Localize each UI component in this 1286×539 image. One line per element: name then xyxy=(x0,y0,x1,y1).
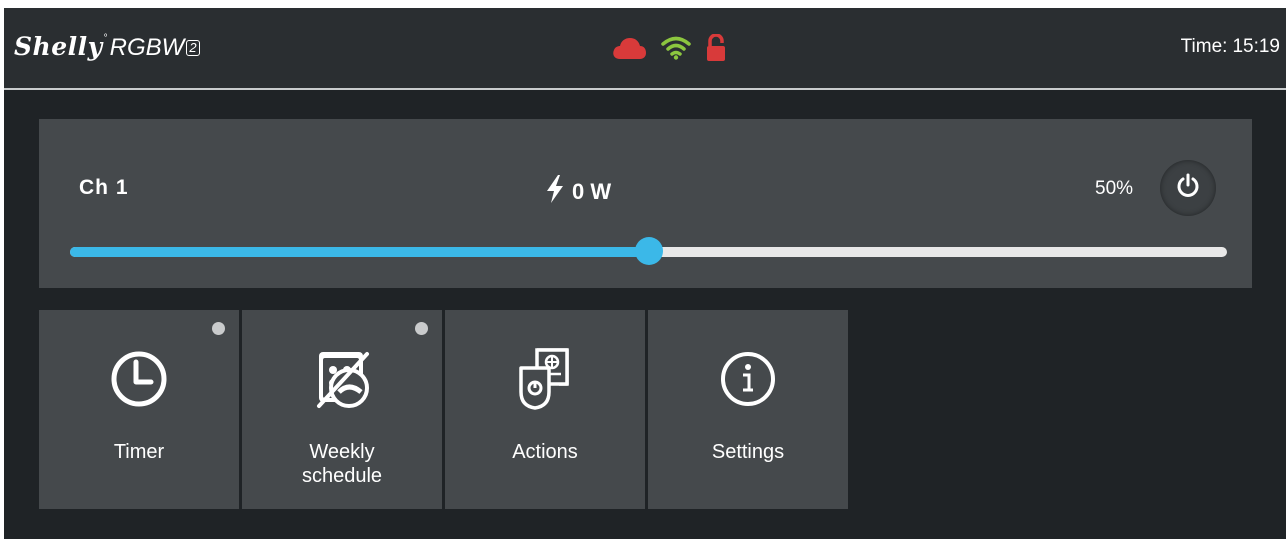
power-readout: 0 W xyxy=(545,174,611,210)
clock-icon xyxy=(39,350,239,408)
settings-tile[interactable]: Settings xyxy=(648,310,848,509)
app-window: Shelly ° RGBW 2 Time: 15:19 Ch 1 0 W 50%… xyxy=(4,8,1286,539)
cloud-icon[interactable] xyxy=(611,35,647,66)
time-value: 15:19 xyxy=(1232,36,1280,57)
channel-name: Ch 1 xyxy=(79,176,129,199)
slider-thumb[interactable] xyxy=(634,237,663,265)
schedule-disabled-icon xyxy=(242,350,442,408)
schedule-indicator-dot xyxy=(415,322,428,335)
timer-indicator-dot xyxy=(212,322,225,335)
timer-label: Timer xyxy=(113,441,165,463)
actions-tile[interactable]: Actions xyxy=(445,310,645,509)
channel-panel: Ch 1 0 W 50% xyxy=(39,119,1252,288)
top-bar: Shelly ° RGBW 2 Time: 15:19 xyxy=(4,8,1286,90)
actions-icon xyxy=(445,348,645,410)
lock-open-icon[interactable] xyxy=(705,33,727,67)
brand-name: Shelly xyxy=(14,32,103,61)
power-toggle-button[interactable] xyxy=(1160,160,1216,216)
brightness-slider[interactable] xyxy=(70,237,1227,265)
timer-tile[interactable]: Timer xyxy=(39,310,239,509)
clock-readout: Time: 15:19 xyxy=(1181,36,1280,58)
info-icon xyxy=(648,350,848,408)
device-model: RGBW xyxy=(109,34,185,61)
status-icons xyxy=(611,33,727,67)
slider-fill xyxy=(70,247,649,257)
actions-label: Actions xyxy=(512,441,578,463)
weekly-schedule-label: Weekly schedule xyxy=(242,440,442,488)
device-version: 2 xyxy=(186,40,200,56)
brand-mark: ° xyxy=(103,33,108,44)
wifi-icon[interactable] xyxy=(661,36,691,65)
weekly-schedule-label-line1: Weekly xyxy=(309,441,375,463)
brand-logo: Shelly ° RGBW 2 xyxy=(14,32,200,64)
weekly-schedule-label-line2: schedule xyxy=(301,465,383,487)
weekly-schedule-tile[interactable]: Weekly schedule xyxy=(242,310,442,509)
settings-label: Settings xyxy=(711,441,785,463)
power-icon xyxy=(1176,173,1200,204)
power-value: 0 W xyxy=(572,179,612,204)
time-label: Time: xyxy=(1180,36,1228,57)
lightning-icon xyxy=(545,174,565,210)
feature-tiles: Timer Weekly schedule Actions Settings xyxy=(39,310,848,509)
brightness-percent: 50% xyxy=(1095,178,1134,199)
